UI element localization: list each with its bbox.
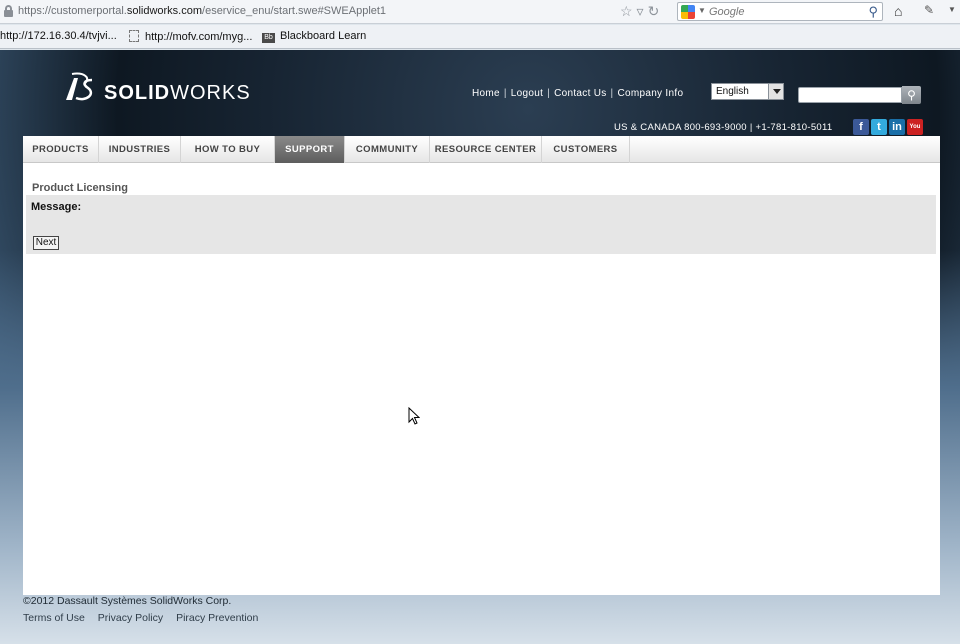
ds-logo-icon	[66, 72, 93, 101]
lock-icon	[4, 5, 13, 17]
next-button[interactable]: Next	[33, 236, 59, 250]
nav-community[interactable]: COMMUNITY	[345, 136, 430, 163]
page-title: Product Licensing	[32, 182, 128, 194]
nav-products[interactable]: PRODUCTS	[23, 136, 99, 163]
site-search-input[interactable]	[798, 87, 902, 103]
logout-link[interactable]: Logout	[511, 88, 543, 99]
privacy-policy-link[interactable]: Privacy Policy	[98, 612, 163, 624]
home-icon[interactable]: ⌂	[894, 3, 902, 19]
contact-us-link[interactable]: Contact Us	[554, 88, 606, 99]
bookmark-item[interactable]: http://mofv.com/myg...	[129, 30, 252, 43]
phone-numbers: US & CANADA 800-693-9000 | +1-781-810-50…	[614, 122, 833, 133]
nav-industries[interactable]: INDUSTRIES	[99, 136, 181, 163]
bookmark-item[interactable]: Bb Blackboard Learn	[262, 30, 366, 43]
nav-how-to-buy[interactable]: HOW TO BUY	[181, 136, 275, 163]
twitter-icon[interactable]: t	[871, 119, 887, 135]
piracy-prevention-link[interactable]: Piracy Prevention	[176, 612, 258, 624]
footer-links: Terms of Use Privacy Policy Piracy Preve…	[23, 612, 268, 624]
address-bar[interactable]: https://customerportal.solidworks.com/es…	[0, 0, 960, 24]
language-select[interactable]: English	[711, 83, 784, 100]
content-area: Product Licensing Message: Next	[23, 163, 940, 595]
terms-of-use-link[interactable]: Terms of Use	[23, 612, 85, 624]
message-label: Message:	[31, 201, 82, 213]
message-panel: Message: Next	[26, 195, 936, 254]
facebook-icon[interactable]: f	[853, 119, 869, 135]
copyright: ©2012 Dassault Systèmes SolidWorks Corp.	[23, 595, 232, 607]
bookmark-star-icon[interactable]: ☆▿↻	[620, 3, 663, 20]
google-icon[interactable]	[681, 5, 695, 19]
language-value: English	[716, 86, 749, 97]
bookmark-item[interactable]: http://172.16.30.4/tvjvi...	[0, 30, 117, 42]
chevron-down-icon[interactable]: ▼	[698, 6, 706, 15]
chevron-down-icon[interactable]	[768, 84, 783, 99]
search-icon[interactable]: ⚲	[868, 4, 878, 20]
chevron-down-icon[interactable]: ▼	[948, 5, 956, 14]
company-info-link[interactable]: Company Info	[617, 88, 683, 99]
mouse-cursor-icon	[408, 407, 420, 425]
nav-resource-center[interactable]: RESOURCE CENTER	[430, 136, 542, 163]
page-icon	[129, 30, 139, 42]
logo-text: SOLIDWORKS	[104, 82, 251, 104]
tools-icon[interactable]: ✎	[924, 3, 934, 17]
url-text[interactable]: https://customerportal.solidworks.com/es…	[18, 5, 386, 17]
nav-support[interactable]: SUPPORT	[275, 136, 345, 163]
browser-search-box[interactable]: ▼ Google ⚲	[677, 2, 883, 21]
search-icon[interactable]: ⚲	[902, 86, 921, 104]
nav-customers[interactable]: CUSTOMERS	[542, 136, 630, 163]
youtube-icon[interactable]: You	[907, 119, 923, 135]
linkedin-icon[interactable]: in	[889, 119, 905, 135]
top-links: Home | Logout | Contact Us | Company Info	[472, 88, 684, 99]
home-link[interactable]: Home	[472, 88, 500, 99]
bookmarks-bar: http://172.16.30.4/tvjvi... http://mofv.…	[0, 25, 960, 49]
search-placeholder: Google	[709, 6, 745, 18]
blackboard-icon: Bb	[262, 33, 275, 43]
main-nav: PRODUCTS INDUSTRIES HOW TO BUY SUPPORT C…	[23, 136, 940, 163]
